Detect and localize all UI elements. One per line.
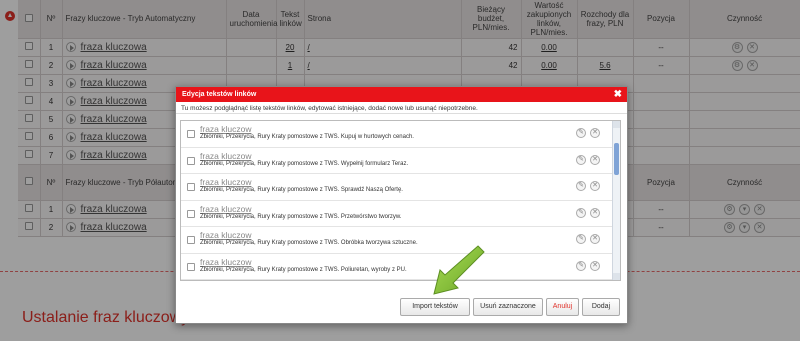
delete-icon[interactable]: ✕ [590,181,600,191]
highlight-arrow-icon [433,245,485,295]
add-button[interactable]: Dodaj [582,298,620,316]
import-texts-button[interactable]: Import tekstów [400,298,470,316]
dialog-titlebar: Edycja tekstów linków ✖ [176,87,627,102]
item-text: Zbiorniki, Przekrycia, Rury Kraty pomost… [200,134,414,140]
edit-icon[interactable]: ✎ [576,154,586,165]
list-item: fraza kluczow Zbiorniki, Przekrycia, Rur… [181,201,620,227]
dialog-title: Edycja tekstów linków [182,91,257,98]
item-text: Zbiorniki, Przekrycia, Rury Kraty pomost… [200,187,403,193]
edit-link-texts-dialog: Edycja tekstów linków ✖ Tu możesz podglą… [175,86,628,324]
scroll-down-arrow[interactable] [613,273,620,280]
item-title[interactable]: fraza kluczow [200,204,252,214]
close-icon[interactable]: ✖ [614,87,622,102]
item-checkbox[interactable] [187,236,195,244]
dialog-buttons: Import tekstów Usuń zaznaczone Anuluj Do… [176,298,627,318]
edit-icon[interactable]: ✎ [576,260,586,271]
list-item: fraza kluczow Zbiorniki, Przekrycia, Rur… [181,254,620,280]
item-text: Zbiorniki, Przekrycia, Rury Kraty pomost… [200,160,409,167]
delete-icon[interactable]: ✕ [590,128,600,138]
item-title[interactable]: fraza kluczow [200,177,252,187]
scroll-thumb[interactable] [614,143,619,175]
item-title[interactable]: fraza kluczow [200,230,252,240]
list-item: fraza kluczow Zbiorniki, Przekrycia, Rur… [181,174,620,201]
list-item: fraza kluczow Zbiorniki, Przekrycia, Rur… [181,121,620,148]
list-item: fraza kluczow Zbiorniki, Przekrycia, Rur… [181,148,620,174]
item-checkbox[interactable] [187,262,195,271]
list-scrollbar[interactable] [612,121,620,280]
scroll-up-arrow[interactable] [613,121,620,128]
cancel-button[interactable]: Anuluj [546,298,579,316]
item-title[interactable]: fraza kluczow [200,257,252,267]
delete-selected-button[interactable]: Usuń zaznaczone [473,298,543,316]
edit-icon[interactable]: ✎ [576,234,586,244]
dialog-description: Tu możesz podglądnąć listę tekstów linkó… [176,102,627,114]
delete-icon[interactable]: ✕ [590,260,600,271]
edit-icon[interactable]: ✎ [576,128,586,138]
item-checkbox[interactable] [187,156,195,165]
delete-icon[interactable]: ✕ [590,154,600,165]
link-texts-list: fraza kluczow Zbiorniki, Przekrycia, Rur… [180,120,621,281]
item-text: Zbiorniki, Przekrycia, Rury Kraty pomost… [200,266,407,273]
item-text: Zbiorniki, Przekrycia, Rury Kraty pomost… [200,240,418,246]
edit-icon[interactable]: ✎ [576,181,586,191]
list-item: fraza kluczow Zbiorniki, Przekrycia, Rur… [181,227,620,254]
item-checkbox[interactable] [187,183,195,191]
item-checkbox[interactable] [187,130,195,138]
item-checkbox[interactable] [187,209,195,218]
item-title[interactable]: fraza kluczow [200,124,252,134]
item-text: Zbiorniki, Przekrycia, Rury Kraty pomost… [200,213,402,220]
delete-icon[interactable]: ✕ [590,234,600,244]
edit-icon[interactable]: ✎ [576,207,586,218]
delete-icon[interactable]: ✕ [590,207,600,218]
item-title[interactable]: fraza kluczow [200,151,252,161]
